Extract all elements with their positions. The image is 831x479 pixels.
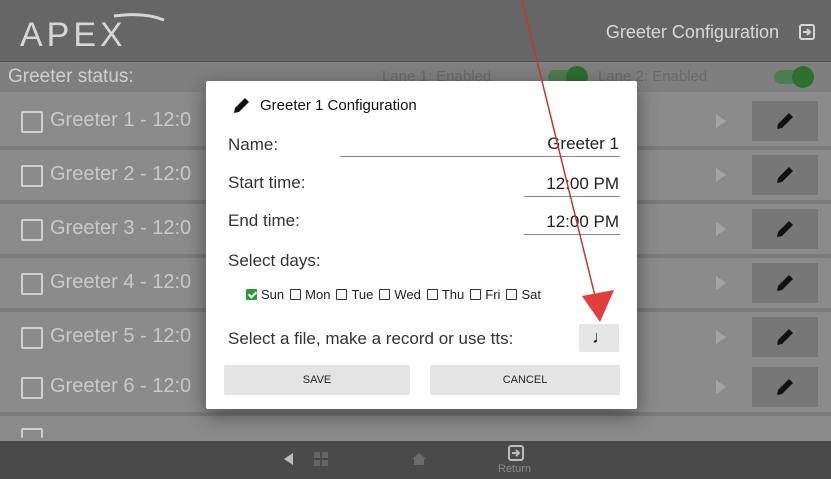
day-label: Tue: [351, 287, 374, 302]
checkbox-icon: [336, 289, 348, 300]
name-field[interactable]: Greeter 1: [459, 134, 619, 154]
play-icon[interactable]: [716, 114, 726, 128]
pencil-icon: [777, 275, 793, 291]
play-icon[interactable]: [716, 276, 726, 290]
greeter-checkbox[interactable]: [21, 165, 43, 187]
checkbox-icon: [379, 289, 391, 300]
checkbox-icon: [426, 289, 438, 300]
lane2-toggle[interactable]: [774, 66, 814, 88]
pencil-icon: [777, 167, 793, 183]
greeter-label: Greeter 3 - 12:0: [50, 217, 192, 239]
greeter-label: Greeter 5 - 12:0: [50, 325, 192, 347]
edit-greeter-button[interactable]: [752, 367, 818, 407]
start-time-label: Start time:: [228, 173, 306, 192]
checkbox-checked-icon: [246, 289, 257, 300]
end-time-underline: [524, 234, 620, 235]
cancel-button[interactable]: CANCEL: [430, 365, 620, 395]
day-label: Mon: [305, 287, 331, 302]
checkbox-icon: [470, 289, 482, 300]
page-title: Greeter Configuration: [605, 22, 779, 42]
exit-icon[interactable]: [797, 22, 817, 42]
day-label: Sat: [521, 287, 541, 302]
day-checkboxes: Sun Mon Tue Wed Thu Fri Sat: [246, 287, 541, 302]
name-label: Name:: [228, 135, 279, 154]
play-icon[interactable]: [716, 330, 726, 344]
greeter-label: Greeter 6 - 12:0: [50, 375, 192, 397]
play-icon[interactable]: [716, 222, 726, 236]
greeter-checkbox[interactable]: [21, 273, 43, 295]
apex-logo: APEX: [20, 13, 165, 54]
edit-greeter-button[interactable]: [752, 209, 818, 249]
play-icon[interactable]: [716, 380, 726, 394]
pencil-icon: [777, 379, 793, 395]
day-checkbox-mon[interactable]: Mon: [290, 287, 330, 302]
edit-greeter-button[interactable]: [752, 263, 818, 303]
checkbox-icon: [290, 289, 302, 300]
music-note-icon: ♩: [592, 327, 610, 347]
start-time-field[interactable]: 12:00 PM: [499, 174, 619, 194]
greeter-checkbox[interactable]: [21, 377, 43, 399]
play-icon[interactable]: [716, 168, 726, 182]
pencil-icon: [234, 98, 249, 113]
select-days-label: Select days:: [228, 251, 321, 270]
day-checkbox-tue[interactable]: Tue: [336, 287, 373, 302]
pencil-icon: [777, 113, 793, 129]
file-select-label: Select a file, make a record or use tts:: [228, 329, 514, 348]
top-bar: APEX Greeter Configuration: [0, 0, 831, 62]
pencil-icon: [777, 329, 793, 345]
day-checkbox-thu[interactable]: Thu: [426, 287, 465, 302]
greeter-checkbox[interactable]: [21, 111, 43, 133]
pencil-icon: [777, 221, 793, 237]
back-icon[interactable]: [284, 453, 293, 465]
return-icon[interactable]: [506, 443, 526, 463]
name-field-underline: [340, 156, 620, 157]
day-checkbox-wed[interactable]: Wed: [379, 287, 421, 302]
greeter-row-partial: [0, 416, 831, 441]
greeter-checkbox[interactable]: [21, 428, 43, 438]
checkbox-icon: [506, 289, 518, 300]
day-label: Sun: [261, 287, 285, 302]
logo-text: APEX: [20, 16, 127, 54]
day-label: Fri: [485, 287, 501, 302]
save-button[interactable]: SAVE: [224, 365, 410, 395]
greeter-checkbox[interactable]: [21, 219, 43, 241]
greeter-label: Greeter 1 - 12:0: [50, 109, 192, 131]
dialog-title: Greeter 1 Configuration: [260, 97, 417, 114]
greeter-checkbox[interactable]: [21, 327, 43, 349]
greeter-status-label: Greeter status:: [8, 66, 134, 87]
return-label: Return: [498, 463, 532, 475]
apps-grid-icon[interactable]: [314, 452, 328, 466]
music-file-button[interactable]: ♩: [579, 324, 619, 352]
home-icon[interactable]: [411, 451, 427, 467]
edit-greeter-button[interactable]: [752, 155, 818, 195]
day-checkbox-fri[interactable]: Fri: [470, 287, 500, 302]
edit-greeter-button[interactable]: [752, 317, 818, 357]
edit-greeter-button[interactable]: [752, 101, 818, 141]
start-time-underline: [524, 196, 620, 197]
day-label: Thu: [441, 287, 465, 302]
toggle-knob: [792, 66, 814, 88]
bottom-nav-bar: Return: [0, 441, 831, 479]
greeter-config-dialog: Greeter 1 Configuration Name: Greeter 1 …: [206, 81, 637, 409]
greeter-label: Greeter 4 - 12:0: [50, 271, 192, 293]
end-time-field[interactable]: 12:00 PM: [499, 212, 619, 232]
greeter-label: Greeter 2 - 12:0: [50, 163, 192, 185]
day-checkbox-sun[interactable]: Sun: [246, 287, 284, 302]
day-checkbox-sat[interactable]: Sat: [506, 287, 541, 302]
end-time-label: End time:: [228, 211, 300, 230]
day-label: Wed: [394, 287, 421, 302]
